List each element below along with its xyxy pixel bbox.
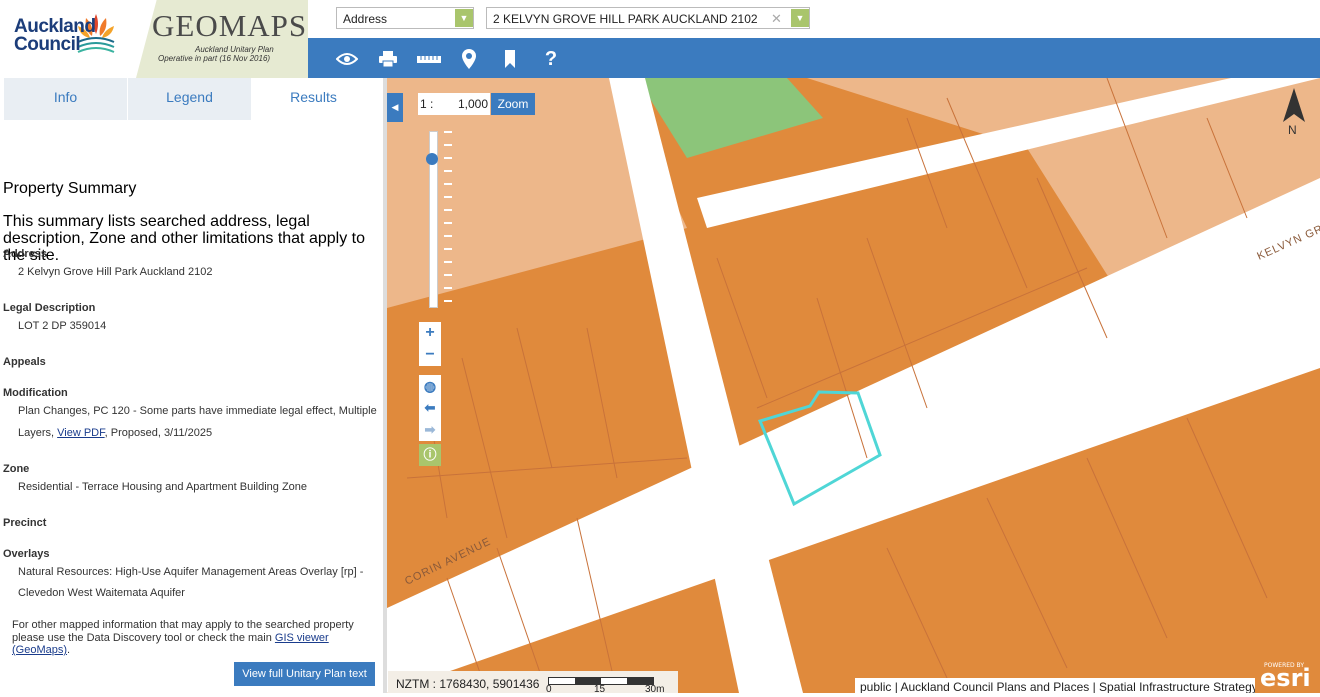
chevron-down-icon[interactable]: ▼	[455, 9, 473, 27]
modification-text-pre: Layers,	[18, 427, 58, 439]
search-type-select[interactable]: Address ▼	[336, 7, 474, 29]
overlays-line-1: Natural Resources: High-Use Aquifer Mana…	[18, 566, 364, 578]
eye-icon[interactable]	[336, 48, 358, 70]
address-label: Address	[3, 248, 48, 260]
appeals-label: Appeals	[3, 356, 46, 368]
zoom-in-button[interactable]: +	[419, 322, 441, 344]
legal-label: Legal Description	[3, 302, 96, 314]
coords-text: NZTM : 1768430, 5901436	[396, 677, 540, 691]
footer-text: please use the Data Discovery tool or ch…	[12, 632, 275, 644]
forward-arrow-icon[interactable]: ➡	[419, 419, 441, 441]
ruler-icon[interactable]	[416, 48, 442, 70]
modification-line-1: Plan Changes, PC 120 - Some parts have i…	[18, 405, 377, 417]
footer-line-3: (GeoMaps).	[12, 644, 70, 656]
north-label: N	[1288, 123, 1297, 136]
info-icon[interactable]: ⓘ	[419, 444, 441, 466]
zone-label: Zone	[3, 463, 30, 475]
footer-line-1: For other mapped information that may ap…	[12, 619, 354, 631]
tab-legend[interactable]: Legend	[128, 78, 252, 120]
zone-value: Residential - Terrace Housing and Apartm…	[18, 481, 308, 493]
help-icon[interactable]: ?	[540, 48, 562, 70]
esri-text: esri	[1260, 664, 1311, 692]
scale-bar-label-30: 30m	[645, 684, 665, 695]
zoom-out-button[interactable]: −	[419, 344, 441, 366]
footer-end: .	[67, 644, 71, 656]
footer-line-2: please use the Data Discovery tool or ch…	[12, 632, 329, 644]
map-attribution: public | Auckland Council Plans and Plac…	[855, 678, 1255, 693]
precinct-label: Precinct	[3, 517, 47, 529]
tab-results[interactable]: Results	[252, 78, 376, 120]
esri-logo: POWERED BY esri	[1258, 660, 1320, 693]
modification-label: Modification	[3, 387, 68, 399]
back-arrow-icon[interactable]: ⬅	[419, 397, 441, 419]
bookmark-icon[interactable]	[499, 48, 521, 70]
legal-value: LOT 2 DP 359014	[18, 320, 107, 332]
app-subtitle-2: Operative in part (16 Nov 2016)	[158, 54, 271, 63]
overlays-label: Overlays	[3, 548, 50, 560]
gis-viewer-link[interactable]: GIS viewer	[275, 632, 329, 644]
app-subtitle-1: Auckland Unitary Plan	[195, 45, 274, 54]
search-value: 2 KELVYN GROVE HILL PARK AUCKLAND 2102	[493, 12, 758, 26]
map-view[interactable]: KELVYN GROVE CORIN AVENUE	[387, 78, 1320, 693]
council-name-line2: Council	[14, 34, 81, 55]
address-search-input[interactable]: 2 KELVYN GROVE HILL PARK AUCKLAND 2102 ✕…	[486, 7, 810, 29]
north-arrow-icon: N	[1283, 88, 1305, 136]
globe-icon[interactable]: ◍	[419, 375, 441, 397]
address-value: 2 Kelvyn Grove Hill Park Auckland 2102	[18, 266, 213, 278]
page-title: Property Summary	[3, 180, 137, 197]
search-type-value: Address	[343, 12, 388, 26]
collapse-panel-button[interactable]: ◀	[387, 93, 403, 122]
scale-prefix: 1 :	[420, 97, 434, 111]
summary-intro: This summary lists searched address, leg…	[3, 213, 365, 264]
map-canvas[interactable]: KELVYN GROVE CORIN AVENUE	[387, 78, 1320, 693]
scale-bar-label-15: 15	[594, 684, 606, 695]
panel-tabs: Info Legend Results	[4, 78, 376, 120]
view-pdf-link[interactable]: View PDF	[57, 427, 104, 439]
zoom-button[interactable]: Zoom	[491, 93, 535, 115]
zoom-slider-handle[interactable]	[426, 153, 438, 165]
clear-icon[interactable]: ✕	[771, 8, 782, 30]
scale-value: 1,000	[457, 97, 488, 111]
pin-icon[interactable]	[458, 48, 480, 70]
logo-area: Auckland Council GEOMAPS Auckland Unitar…	[0, 0, 308, 78]
council-name: Auckland Council	[14, 17, 96, 55]
print-icon[interactable]	[377, 48, 399, 70]
overlays-line-2: Clevedon West Waitemata Aquifer	[18, 587, 185, 599]
app-title: GEOMAPS	[152, 8, 308, 43]
app-header: Auckland Council GEOMAPS Auckland Unitar…	[0, 0, 1320, 78]
scale-bar-label-0: 0	[546, 684, 552, 695]
info-panel: Info Legend Results	[0, 78, 383, 693]
modification-line-2: Layers, View PDF, Proposed, 3/11/2025	[18, 427, 212, 439]
view-full-plan-button[interactable]: View full Unitary Plan text	[234, 662, 375, 686]
modification-text-post: , Proposed, 3/11/2025	[104, 427, 213, 439]
tab-info[interactable]: Info	[4, 78, 128, 120]
scale-input[interactable]: 1 : 1,000	[418, 93, 490, 115]
chevron-down-icon[interactable]: ▼	[791, 9, 809, 27]
zoom-slider-ticks	[444, 131, 452, 306]
geomaps-link[interactable]: (GeoMaps)	[12, 644, 67, 656]
